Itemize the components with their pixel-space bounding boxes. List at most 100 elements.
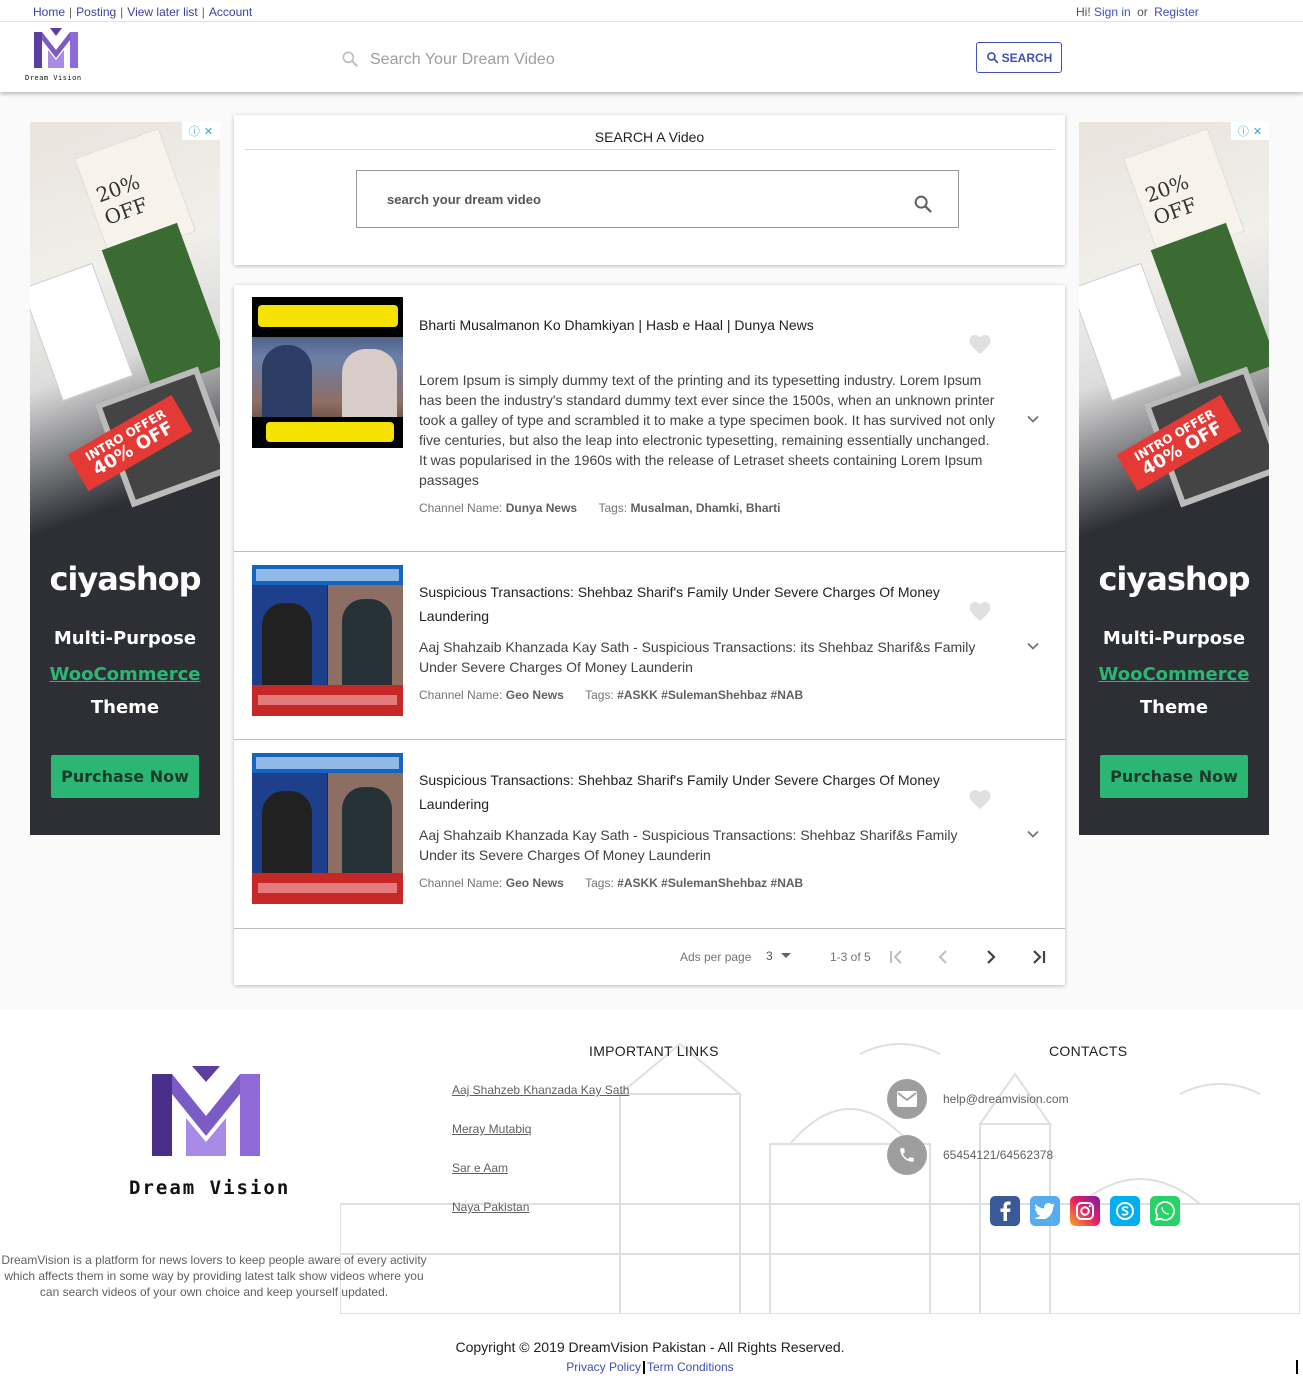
video-title[interactable]: Suspicious Transactions: Shehbaz Sharif'… bbox=[419, 580, 959, 628]
header-search-button-label: SEARCH bbox=[1001, 50, 1053, 65]
ad-purchase-button[interactable]: Purchase Now bbox=[51, 755, 199, 798]
video-description: Aaj Shahzaib Khanzada Kay Sath - Suspici… bbox=[419, 827, 958, 863]
logo-text: Dream Vision bbox=[25, 74, 82, 82]
header-search-input[interactable] bbox=[370, 45, 910, 75]
sign-in-link[interactable]: Sign in bbox=[1094, 5, 1131, 19]
footer-link[interactable]: Meray Mutabiq bbox=[452, 1122, 531, 1136]
ad-collage: 20% OFF INTRO OFFER 40% OFF bbox=[1079, 122, 1269, 542]
nav-view-later-link[interactable]: View later list bbox=[127, 5, 197, 19]
list-item[interactable]: Suspicious Transactions: Shehbaz Sharif'… bbox=[234, 552, 1065, 740]
chevron-down-icon[interactable] bbox=[1023, 636, 1043, 656]
heart-icon[interactable] bbox=[968, 333, 992, 355]
nav-account-link[interactable]: Account bbox=[209, 5, 252, 19]
privacy-policy-link[interactable]: Privacy Policy bbox=[566, 1360, 641, 1374]
footer-link[interactable]: Sar e Aam bbox=[452, 1161, 508, 1175]
video-meta: Channel Name: Geo News Tags: #ASKK #Sule… bbox=[419, 876, 804, 890]
video-meta: Channel Name: Geo News Tags: #ASKK #Sule… bbox=[419, 688, 804, 702]
footer-logo[interactable] bbox=[148, 1066, 264, 1162]
or-text: or bbox=[1137, 5, 1148, 19]
video-title[interactable]: Suspicious Transactions: Shehbaz Sharif'… bbox=[419, 768, 959, 816]
right-ad-banner[interactable]: 20% OFF INTRO OFFER 40% OFF ⓘ ✕ ciyashop M… bbox=[1079, 122, 1269, 835]
per-page-label: Ads per page bbox=[680, 950, 752, 964]
text-cursor bbox=[1296, 1360, 1298, 1374]
header-divider bbox=[0, 21, 1303, 22]
per-page-value: 3 bbox=[766, 949, 773, 963]
twitter-icon[interactable] bbox=[1030, 1196, 1060, 1226]
contact-email[interactable]: help@dreamvision.com bbox=[943, 1092, 1069, 1106]
video-tags: #ASKK #SulemanShehbaz #NAB bbox=[617, 876, 804, 890]
footer-link[interactable]: Aaj Shahzeb Khanzada Kay Sath bbox=[452, 1083, 629, 1097]
search-icon[interactable] bbox=[912, 193, 934, 215]
search-card-divider bbox=[244, 149, 1055, 150]
channel-name: Geo News bbox=[505, 876, 564, 890]
ad-collage: 20% OFF INTRO OFFER 40% OFF bbox=[30, 122, 220, 542]
heart-icon[interactable] bbox=[968, 788, 992, 810]
ad-collage-text: 20% OFF bbox=[92, 169, 151, 230]
ad-choices-icon[interactable]: ⓘ ✕ bbox=[1231, 122, 1269, 140]
list-item[interactable]: Suspicious Transactions: Shehbaz Sharif'… bbox=[234, 740, 1065, 929]
chevron-down-icon[interactable] bbox=[1023, 824, 1043, 844]
per-page-select[interactable]: 3 bbox=[766, 949, 791, 963]
ad-line-3: Theme bbox=[1139, 697, 1209, 718]
channel-name: Geo News bbox=[505, 688, 564, 702]
video-thumbnail[interactable] bbox=[252, 297, 403, 448]
nav-home-link[interactable]: Home bbox=[33, 5, 65, 19]
contact-phone[interactable]: 65454121/64562378 bbox=[943, 1148, 1053, 1162]
footer-about: DreamVision is a platform for news lover… bbox=[1, 1253, 427, 1299]
channel-name: Dunya News bbox=[505, 501, 578, 515]
list-item[interactable]: Bharti Musalmanon Ko Dhamkiyan | Hasb e … bbox=[234, 285, 1065, 552]
footer-link[interactable]: Naya Pakistan bbox=[452, 1200, 529, 1214]
auth-links: Hi! Sign in or Register bbox=[1076, 5, 1199, 19]
header-search-button[interactable]: SEARCH bbox=[976, 42, 1062, 73]
left-ad-banner[interactable]: 20% OFF INTRO OFFER 40% OFF ⓘ ✕ ciyashop M… bbox=[30, 122, 220, 835]
results-list: Bharti Musalmanon Ko Dhamkiyan | Hasb e … bbox=[234, 285, 1065, 985]
search-icon bbox=[342, 51, 358, 67]
contacts-heading: CONTACTS bbox=[1049, 1043, 1128, 1059]
top-nav: Home | Posting | View later list | Account bbox=[33, 5, 253, 19]
ad-purchase-button[interactable]: Purchase Now bbox=[1100, 755, 1248, 798]
facebook-icon[interactable] bbox=[990, 1196, 1020, 1226]
important-links-heading: IMPORTANT LINKS bbox=[589, 1043, 719, 1059]
previous-page-icon[interactable] bbox=[931, 945, 955, 969]
nav-posting-link[interactable]: Posting bbox=[76, 5, 116, 19]
video-thumbnail[interactable] bbox=[252, 565, 403, 716]
header-search bbox=[338, 45, 938, 75]
dropdown-arrow-icon bbox=[780, 953, 791, 958]
chevron-down-icon[interactable] bbox=[1023, 409, 1043, 429]
copyright-text: Copyright © 2019 DreamVision Pakistan - … bbox=[455, 1339, 845, 1355]
instagram-icon[interactable] bbox=[1070, 1196, 1100, 1226]
logo-mark-icon bbox=[152, 1066, 260, 1156]
video-description: Aaj Shahzaib Khanzada Kay Sath - Suspici… bbox=[419, 639, 976, 675]
search-card-title: SEARCH A Video bbox=[594, 129, 705, 145]
video-tags: #ASKK #SulemanShehbaz #NAB bbox=[617, 688, 804, 702]
site-logo[interactable]: Dream Vision bbox=[24, 28, 84, 84]
paginator: Ads per page 3 1-3 of 5 bbox=[234, 929, 1065, 985]
legal-links: Privacy Policy Term Conditions bbox=[0, 1360, 1300, 1375]
ad-line-3: Theme bbox=[90, 697, 160, 718]
ad-collage-text: 20% OFF bbox=[1141, 169, 1200, 230]
search-icon bbox=[986, 52, 998, 64]
ad-brand: ciyashop bbox=[49, 560, 201, 598]
video-title[interactable]: Bharti Musalmanon Ko Dhamkiyan | Hasb e … bbox=[419, 313, 959, 337]
mail-icon bbox=[887, 1079, 927, 1119]
search-video-input[interactable] bbox=[387, 188, 887, 210]
next-page-icon[interactable] bbox=[979, 945, 1003, 969]
footer: Dream Vision DreamVision is a platform f… bbox=[0, 1009, 1303, 1389]
video-description: Lorem Ipsum is simply dummy text of the … bbox=[419, 372, 995, 488]
terms-link[interactable]: Term Conditions bbox=[647, 1360, 734, 1374]
ad-line-1: Multi-Purpose bbox=[1102, 628, 1246, 649]
whatsapp-icon[interactable] bbox=[1150, 1196, 1180, 1226]
search-video-box bbox=[356, 170, 959, 228]
ad-line-2: WooCommerce bbox=[1098, 664, 1250, 685]
register-link[interactable]: Register bbox=[1154, 5, 1199, 19]
last-page-icon[interactable] bbox=[1027, 945, 1051, 969]
first-page-icon[interactable] bbox=[884, 945, 908, 969]
top-bar: Home | Posting | View later list | Account Hi!… bbox=[0, 0, 1303, 92]
ad-line-1: Multi-Purpose bbox=[53, 628, 197, 649]
video-tags: Musalman, Dhamki, Bharti bbox=[630, 501, 781, 515]
heart-icon[interactable] bbox=[968, 600, 992, 622]
skype-icon[interactable] bbox=[1110, 1196, 1140, 1226]
video-thumbnail[interactable] bbox=[252, 753, 403, 904]
ad-choices-icon[interactable]: ⓘ ✕ bbox=[182, 122, 220, 140]
footer-brand: Dream Vision bbox=[129, 1177, 291, 1199]
